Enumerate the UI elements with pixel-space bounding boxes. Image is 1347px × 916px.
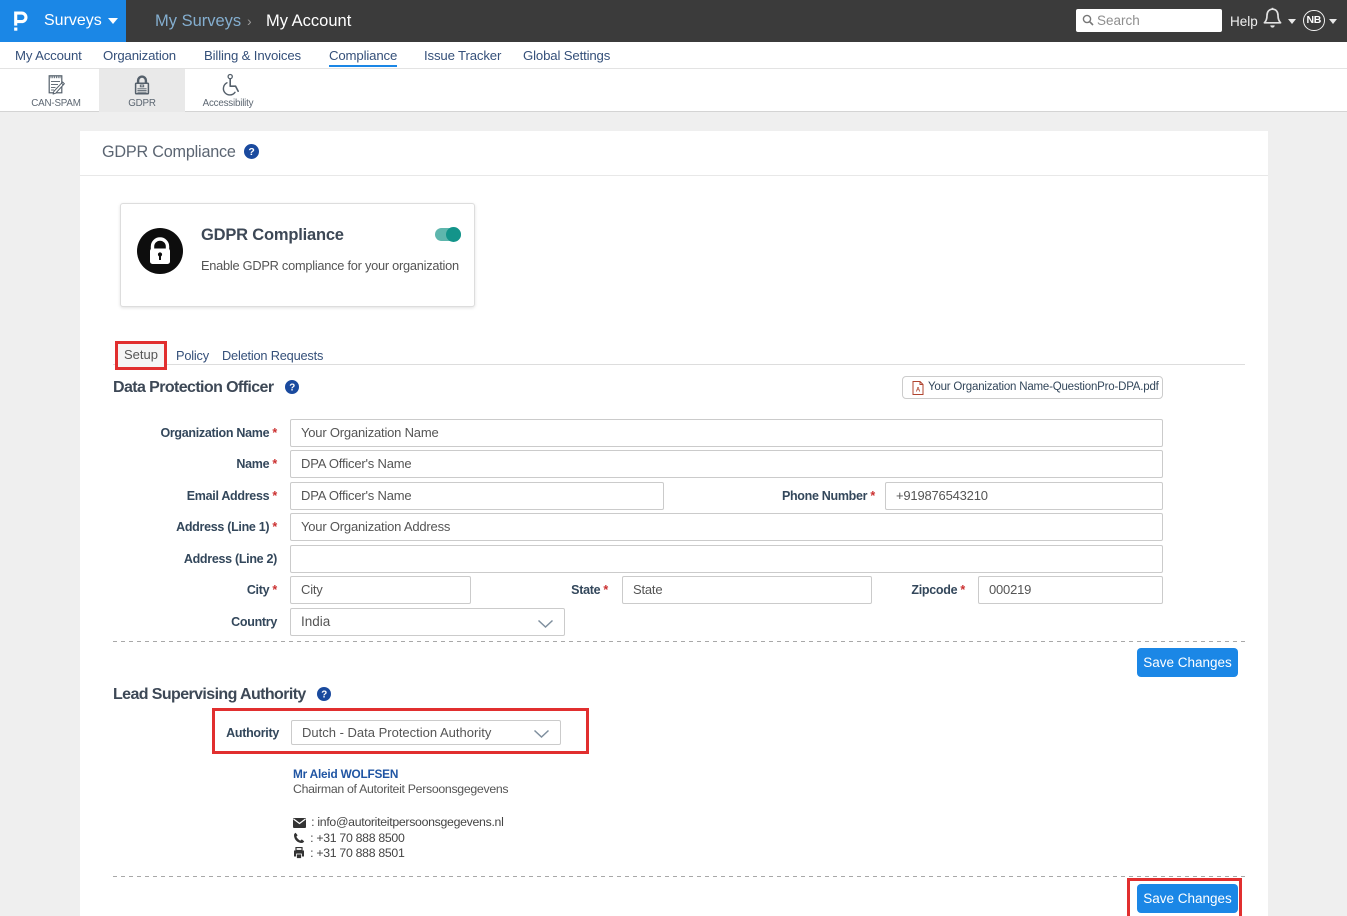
svg-text:?: ? [289, 382, 295, 393]
svg-text:A: A [916, 388, 921, 394]
svg-text:?: ? [322, 689, 328, 700]
svg-text:?: ? [249, 146, 255, 158]
